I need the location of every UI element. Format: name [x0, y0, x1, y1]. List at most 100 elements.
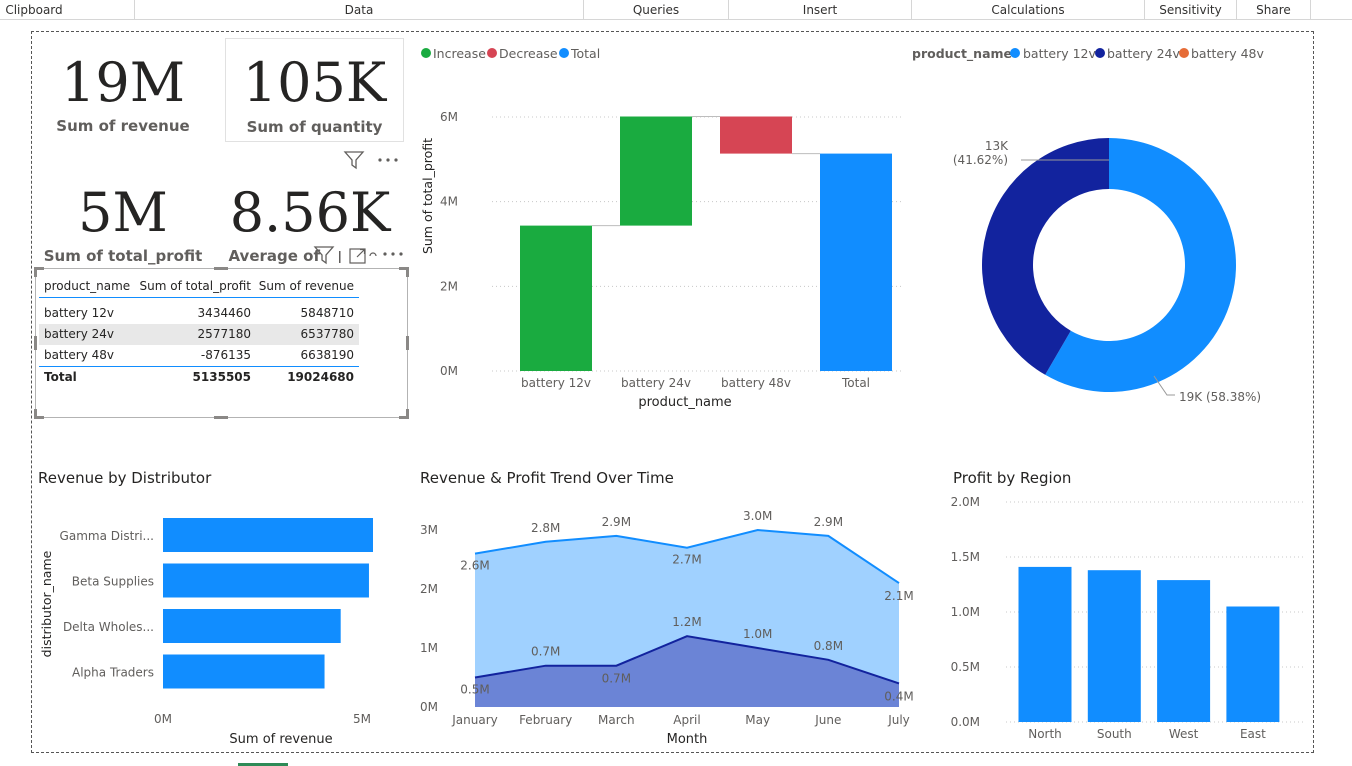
region-chart: 0.0M 0.5M 1.0M 1.5M 2.0M North South West East: [951, 495, 1305, 741]
legend-marker-increase: [421, 48, 431, 58]
drill-icon[interactable]: [336, 250, 346, 264]
filter-icon[interactable]: [343, 150, 365, 170]
table-row[interactable]: battery 48v -876135 6638190: [39, 345, 359, 366]
table-cell: -876135: [200, 348, 251, 362]
waterfall-bar: [620, 116, 692, 226]
resize-handle[interactable]: [34, 336, 37, 350]
ribbon-group-data[interactable]: Data: [135, 0, 583, 20]
resize-handle[interactable]: [34, 409, 37, 419]
distributor-y-tick: Delta Wholes...: [63, 620, 154, 634]
revenue-data-label: 2.9M: [602, 515, 631, 529]
card-average-label: Average of: [228, 247, 320, 265]
trend-y-tick: 3M: [420, 523, 438, 537]
revenue-data-label: 3.0M: [743, 509, 772, 523]
legend-decrease-label: Decrease: [499, 46, 558, 61]
product-table: product_name Sum of total_profit Sum of …: [39, 276, 359, 387]
revenue-data-label: 2.9M: [814, 515, 843, 529]
table-cell: 6537780: [300, 327, 354, 341]
table-cell: 19024680: [287, 370, 354, 384]
more-options-icon[interactable]: [377, 156, 399, 164]
donut-legend-item[interactable]: battery 12v: [1023, 46, 1097, 61]
focus-mode-icon[interactable]: [348, 246, 368, 266]
revenue-data-label: 2.8M: [531, 521, 560, 535]
region-y-tick: 1.0M: [951, 605, 980, 619]
region-x-tick: South: [1097, 727, 1132, 741]
ribbon-group-share[interactable]: Share: [1237, 0, 1310, 20]
table-cell: 6638190: [300, 348, 354, 362]
trend-x-tick: June: [814, 713, 841, 727]
ribbon-group-queries[interactable]: Queries: [584, 0, 728, 20]
donut-legend-item[interactable]: battery 48v: [1191, 46, 1265, 61]
trend-x-axis-title: Month: [667, 732, 708, 747]
profit-data-label: 0.8M: [814, 639, 843, 653]
trend-x-tick: July: [887, 713, 910, 727]
resize-handle[interactable]: [214, 267, 228, 270]
distributor-chart-title: Revenue by Distributor: [38, 469, 212, 487]
table-header-cell[interactable]: product_name: [44, 276, 130, 297]
trend-x-tick: March: [598, 713, 635, 727]
ribbon: Clipboard Data Queries Insert Calculatio…: [0, 0, 1352, 20]
resize-handle[interactable]: [406, 267, 409, 277]
filter-icon[interactable]: [313, 245, 335, 265]
table-total-row: Total 5135505 19024680: [39, 366, 359, 387]
table-cell: battery 12v: [44, 306, 114, 320]
card-profit-value[interactable]: 5M: [38, 182, 208, 244]
ribbon-separator: [1310, 0, 1311, 19]
card-profit-label: Sum of total_profit: [43, 247, 203, 265]
card-quantity-value[interactable]: 105K: [225, 52, 404, 114]
table-header-cell[interactable]: Sum of total_profit: [140, 276, 251, 297]
table-row[interactable]: battery 24v 2577180 6537780: [39, 324, 359, 345]
ribbon-group-sensitivity[interactable]: Sensitivity: [1145, 0, 1236, 20]
more-options-icon[interactable]: [382, 250, 404, 258]
donut-legend-item[interactable]: battery 24v: [1107, 46, 1181, 61]
waterfall-y-tick: 0M: [440, 364, 458, 378]
card-quantity-label: Sum of quantity: [246, 118, 383, 136]
card-revenue-label: Sum of revenue: [56, 117, 190, 135]
donut-label-percent: (41.62%): [953, 153, 1008, 167]
card-revenue-value[interactable]: 19M: [38, 52, 208, 114]
table-cell: 3434460: [197, 306, 251, 320]
profit-data-label: 1.0M: [743, 627, 772, 641]
donut-label-large: 19K (58.38%): [1179, 390, 1261, 404]
resize-handle[interactable]: [34, 267, 37, 277]
revenue-data-label: 2.6M: [460, 559, 489, 573]
legend-marker-battery-48v: [1179, 48, 1189, 58]
ribbon-group-clipboard[interactable]: Clipboard: [0, 0, 68, 20]
ribbon-group-calculations[interactable]: Calculations: [912, 0, 1144, 20]
profit-data-label: 0.5M: [460, 683, 489, 697]
table-cell: battery 48v: [44, 348, 114, 362]
waterfall-bar: [720, 116, 792, 154]
table-header-cell[interactable]: Sum of revenue: [259, 276, 354, 297]
trend-y-tick: 1M: [420, 641, 438, 655]
card-average-value[interactable]: 8.56K: [225, 182, 395, 244]
legend-increase-label: Increase: [433, 46, 486, 61]
resize-handle[interactable]: [406, 409, 409, 419]
waterfall-y-tick: 2M: [440, 279, 458, 293]
distributor-y-axis-title: distributor_name: [39, 550, 54, 657]
waterfall-chart: Increase Decrease Total 0M 2M 4M 6M battery…: [420, 46, 902, 410]
table-header-row: product_name Sum of total_profit Sum of …: [39, 276, 359, 298]
region-y-tick: 0.5M: [951, 660, 980, 674]
ribbon-group-insert[interactable]: Insert: [729, 0, 911, 20]
waterfall-y-axis-title: Sum of total_profit: [420, 138, 435, 254]
resize-handle[interactable]: [214, 416, 228, 419]
revenue-data-label: 2.7M: [672, 553, 701, 567]
table-cell: 5135505: [192, 370, 251, 384]
waterfall-bar: [520, 225, 592, 371]
region-bar: [1087, 570, 1141, 722]
table-cell: Total: [44, 370, 77, 384]
waterfall-y-tick: 6M: [440, 110, 458, 124]
resize-handle[interactable]: [406, 336, 409, 350]
spacer-icon: [369, 252, 377, 257]
region-bar: [1157, 580, 1211, 722]
trend-chart: 0M 1M 2M 3M January February March April May Jun…: [420, 509, 914, 747]
table-cell: 5848710: [300, 306, 354, 320]
distributor-y-tick: Beta Supplies: [72, 575, 154, 589]
region-y-tick: 2.0M: [951, 495, 980, 509]
waterfall-x-tick: battery 48v: [721, 376, 791, 390]
region-y-tick: 0.0M: [951, 715, 980, 729]
waterfall-y-tick: 4M: [440, 195, 458, 209]
distributor-bar: [163, 609, 341, 643]
table-row[interactable]: battery 12v 3434460 5848710: [39, 303, 359, 324]
region-bar: [1226, 606, 1280, 722]
